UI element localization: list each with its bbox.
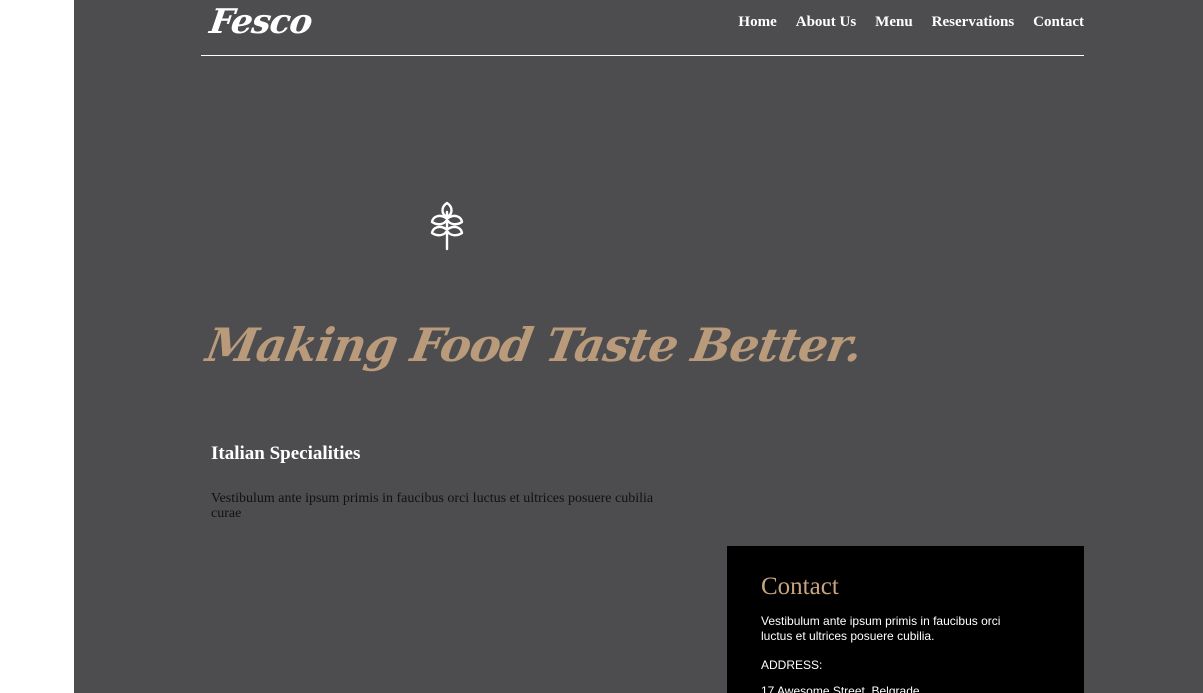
specialty-title: Italian Specialities [211,443,361,464]
contact-title: Contact [761,573,839,600]
nav-menu-link[interactable]: Menu [875,14,913,31]
page: Fesco Home About Us Menu Reservations Co… [74,0,1203,693]
header-divider [201,55,1084,56]
contact-card: Contact Vestibulum ante ipsum primis in … [727,546,1084,693]
contact-description: Vestibulum ante ipsum primis in faucibus… [761,614,1001,643]
specialty-description: Vestibulum ante ipsum primis in faucibus… [211,491,654,521]
contact-address: 17 Awesome Street, Belgrade [761,684,920,693]
nav-home-link[interactable]: Home [738,14,776,31]
wheat-icon [429,200,465,252]
nav-contact-link[interactable]: Contact [1033,14,1084,31]
main-nav: Home About Us Menu Reservations Contact [738,14,1084,31]
nav-about-us-link[interactable]: About Us [796,14,856,31]
nav-reservations-link[interactable]: Reservations [932,14,1015,31]
contact-address-label: ADDRESS: [761,658,823,672]
site-logo[interactable]: Fesco [207,2,314,42]
hero-tagline: Making Food Taste Better. [202,318,867,372]
